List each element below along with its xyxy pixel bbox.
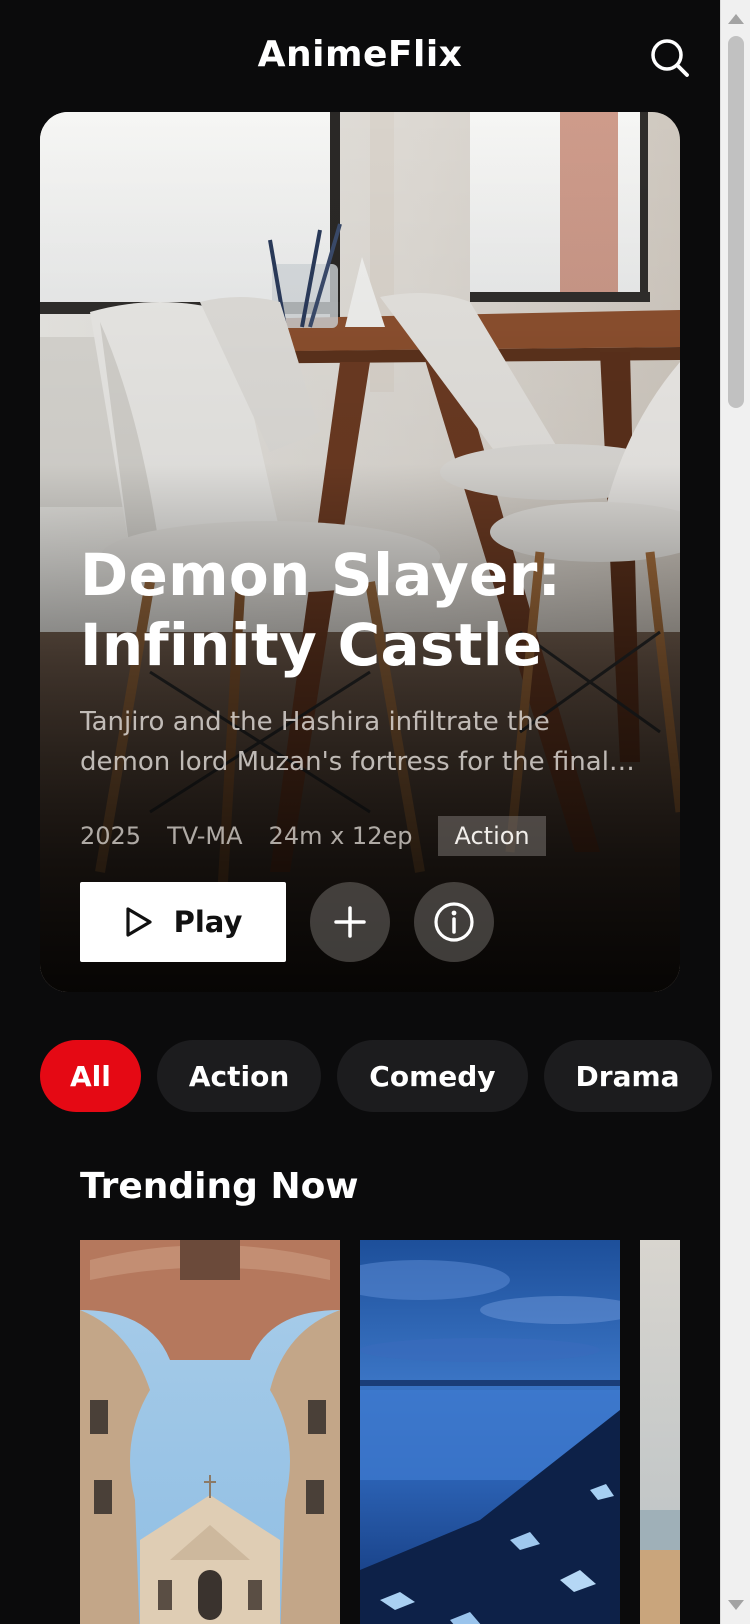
trending-card[interactable] [640, 1240, 680, 1624]
scroll-up-arrow-icon[interactable] [728, 14, 744, 24]
episode-duration: 24m x 12ep [268, 822, 413, 850]
top-bar: AnimeFlix [0, 0, 720, 110]
trending-row [80, 1240, 680, 1624]
content-rating: TV-MA [167, 822, 243, 850]
genre-badge: Action [438, 816, 546, 856]
hero-title-line1: Demon Slayer: [80, 541, 562, 609]
chip-comedy[interactable]: Comedy [337, 1040, 528, 1112]
category-filter: All Action Comedy Drama [40, 1040, 720, 1112]
scrollbar-thumb[interactable] [728, 36, 744, 408]
trending-title: Trending Now [80, 1166, 359, 1207]
search-button[interactable] [648, 36, 692, 80]
chip-drama[interactable]: Drama [543, 1040, 712, 1112]
hero-description: Tanjiro and the Hashira infiltrate the d… [80, 702, 640, 782]
hero-desc-line2: demon lord Muzan's fortress for the fina… [80, 747, 635, 777]
app-screen: AnimeFlix Demon Slayer: Infinity Castle … [0, 0, 720, 1624]
chip-action[interactable]: Action [156, 1040, 322, 1112]
hero-actions: Play [80, 882, 640, 962]
scroll-down-arrow-icon[interactable] [728, 1600, 744, 1610]
card-image-beach [640, 1240, 680, 1624]
info-icon [434, 902, 474, 942]
add-to-list-button[interactable] [310, 882, 390, 962]
plus-icon [334, 906, 366, 938]
hero-meta: 2025 TV-MA 24m x 12ep Action [80, 816, 640, 856]
trending-card[interactable] [360, 1240, 620, 1624]
hero-content: Demon Slayer: Infinity Castle Tanjiro an… [80, 540, 640, 962]
hero-desc-line1: Tanjiro and the Hashira infiltrate the [80, 707, 550, 737]
play-button[interactable]: Play [80, 882, 286, 962]
search-icon [651, 39, 689, 77]
trending-card[interactable] [80, 1240, 340, 1624]
chip-all[interactable]: All [40, 1040, 141, 1112]
play-icon [126, 907, 152, 937]
card-image-lake [360, 1240, 620, 1624]
play-label: Play [173, 905, 243, 939]
more-info-button[interactable] [414, 882, 494, 962]
hero-title: Demon Slayer: Infinity Castle [80, 540, 640, 680]
hero-banner[interactable]: Demon Slayer: Infinity Castle Tanjiro an… [40, 112, 680, 992]
hero-title-line2: Infinity Castle [80, 611, 543, 679]
page-scrollbar[interactable] [720, 0, 750, 1624]
app-title: AnimeFlix [257, 34, 463, 75]
release-year: 2025 [80, 822, 142, 850]
card-image-church [80, 1240, 340, 1624]
